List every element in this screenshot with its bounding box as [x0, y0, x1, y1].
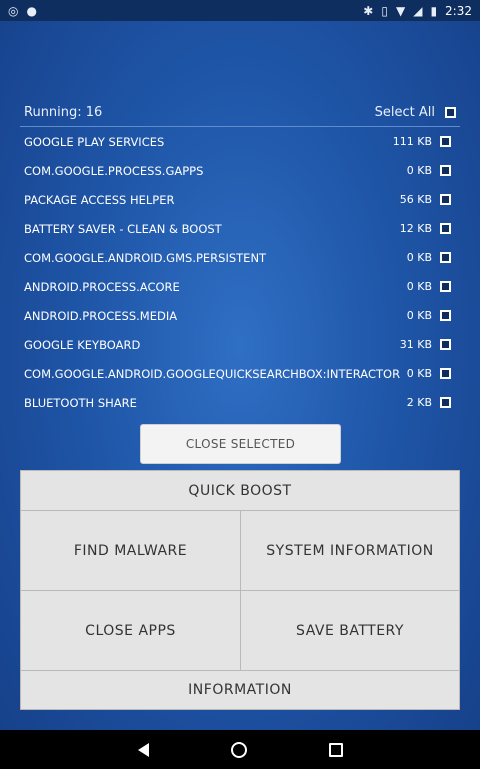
wifi-icon: ▼: [395, 3, 406, 18]
app-size: 12 KB: [399, 222, 432, 235]
select-all-checkbox[interactable]: [445, 106, 456, 118]
app-name: COM.GOOGLE.PROCESS.GAPPS: [24, 163, 204, 178]
home-icon[interactable]: [230, 741, 247, 758]
app-checkbox[interactable]: [440, 339, 451, 350]
lightbulb-icon: ●: [26, 3, 37, 18]
select-all-label: Select All: [374, 104, 435, 120]
app-name: GOOGLE PLAY SERVICES: [24, 134, 165, 149]
app-checkbox[interactable]: [440, 368, 451, 379]
battery-icon: ▮: [430, 3, 438, 18]
back-icon[interactable]: [137, 742, 149, 757]
quick-boost-button[interactable]: QUICK BOOST: [20, 470, 460, 511]
signal-icon: ◢: [413, 3, 423, 18]
close-apps-button[interactable]: CLOSE APPS: [20, 590, 241, 671]
action-menu: QUICK BOOST FIND MALWARE SYSTEM INFORMAT…: [20, 470, 460, 710]
status-bar: ◎ ● ✱ ▯ ▼ ◢ ▮ 2:32: [0, 0, 480, 21]
app-checkbox[interactable]: [440, 136, 451, 147]
app-size: 0 KB: [406, 251, 432, 264]
app-name: COM.GOOGLE.ANDROID.GOOGLEQUICKSEARCHBOX:…: [24, 366, 401, 381]
app-checkbox[interactable]: [440, 165, 451, 176]
app-checkbox[interactable]: [440, 310, 451, 321]
app-name: BATTERY SAVER - CLEAN & BOOST: [24, 221, 222, 236]
app-size: 2 KB: [406, 396, 432, 409]
app-notification-icon: ◎: [8, 3, 19, 18]
app-size: 0 KB: [406, 309, 432, 322]
list-item[interactable]: GOOGLE PLAY SERVICES 111 KB: [20, 127, 460, 156]
list-item[interactable]: BLUETOOTH SHARE 2 KB: [20, 388, 460, 417]
app-name: ANDROID.PROCESS.MEDIA: [24, 308, 178, 323]
app-name: COM.GOOGLE.ANDROID.GMS.PERSISTENT: [24, 250, 267, 265]
list-item[interactable]: ANDROID.PROCESS.MEDIA 0 KB: [20, 301, 460, 330]
system-information-button[interactable]: SYSTEM INFORMATION: [240, 510, 460, 591]
app-size: 31 KB: [399, 338, 432, 351]
app-size: 0 KB: [406, 164, 432, 177]
app-checkbox[interactable]: [440, 281, 451, 292]
list-item[interactable]: COM.GOOGLE.ANDROID.GOOGLEQUICKSEARCHBOX:…: [20, 359, 460, 388]
app-size: 0 KB: [406, 280, 432, 293]
app-checkbox[interactable]: [440, 194, 451, 205]
close-selected-button[interactable]: CLOSE SELECTED: [140, 424, 341, 464]
vibrate-icon: ▯: [381, 3, 388, 18]
app-name: GOOGLE KEYBOARD: [24, 337, 141, 352]
app-name: BLUETOOTH SHARE: [24, 395, 137, 410]
list-item[interactable]: BATTERY SAVER - CLEAN & BOOST 12 KB: [20, 214, 460, 243]
list-item[interactable]: GOOGLE KEYBOARD 31 KB: [20, 330, 460, 359]
clock: 2:32: [445, 3, 472, 18]
app-checkbox[interactable]: [440, 223, 451, 234]
app-checkbox[interactable]: [440, 397, 451, 408]
list-item[interactable]: ANDROID.PROCESS.ACORE 0 KB: [20, 272, 460, 301]
list-header: Running: 16 Select All: [24, 103, 456, 121]
app-name: ANDROID.PROCESS.ACORE: [24, 279, 180, 294]
running-apps-list: GOOGLE PLAY SERVICES 111 KB COM.GOOGLE.P…: [20, 127, 460, 417]
find-malware-button[interactable]: FIND MALWARE: [20, 510, 241, 591]
list-item[interactable]: COM.GOOGLE.ANDROID.GMS.PERSISTENT 0 KB: [20, 243, 460, 272]
save-battery-button[interactable]: SAVE BATTERY: [240, 590, 460, 671]
bluetooth-icon: ✱: [363, 3, 374, 18]
app-size: 111 KB: [392, 135, 432, 148]
recent-apps-icon[interactable]: [328, 742, 343, 757]
navigation-bar: [0, 730, 480, 769]
app-size: 56 KB: [399, 193, 432, 206]
app-name: PACKAGE ACCESS HELPER: [24, 192, 175, 207]
information-button[interactable]: INFORMATION: [20, 670, 460, 710]
app-checkbox[interactable]: [440, 252, 451, 263]
list-item[interactable]: COM.GOOGLE.PROCESS.GAPPS 0 KB: [20, 156, 460, 185]
list-item[interactable]: PACKAGE ACCESS HELPER 56 KB: [20, 185, 460, 214]
running-count: Running: 16: [24, 104, 103, 120]
app-size: 0 KB: [406, 367, 432, 380]
select-all[interactable]: Select All: [375, 105, 456, 120]
